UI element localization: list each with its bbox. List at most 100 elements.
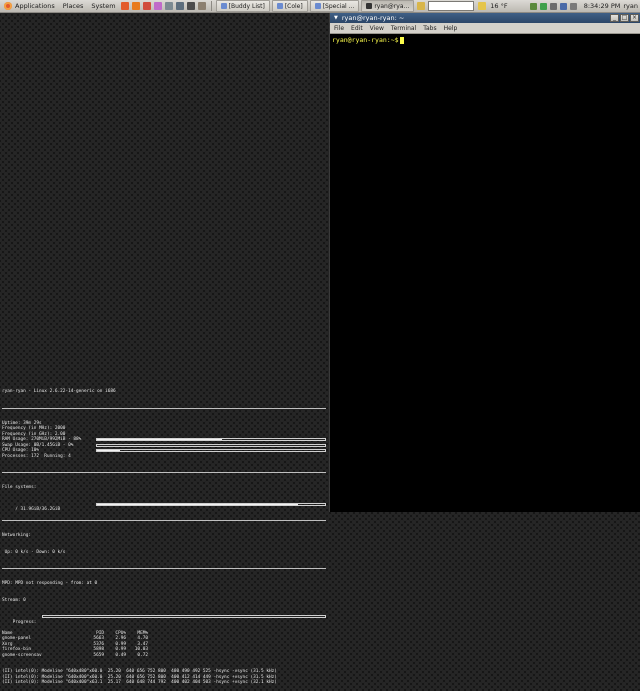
terminal-title: ryan@ryan-ryan: ~ [341, 14, 405, 22]
applications-menu[interactable]: Applications [0, 0, 59, 12]
fs-line: / 31.9GiB/36.2GiB [12, 507, 61, 512]
mpd-line: MPD: MPD not responding - from: at 0 [2, 581, 98, 586]
process-cell: 0.72 [137, 652, 148, 658]
conky-stat-text: RAM Usage: 270MiB/992MiB - 88% [2, 437, 82, 442]
shell-prompt: ryan@ryan-ryan:~$ [332, 36, 399, 44]
taskbar-button[interactable]: [Buddy List] [215, 0, 270, 12]
taskbar-button[interactable]: ryan@rya... [361, 0, 415, 12]
tray-icon[interactable] [560, 2, 568, 10]
window-icon [314, 3, 321, 9]
terminal-titlebar[interactable]: ▼ ryan@ryan-ryan: ~ _ □ × [330, 13, 640, 23]
net-title: Networking: [2, 533, 32, 538]
launcher-icon[interactable] [187, 2, 196, 10]
launcher-group [120, 2, 208, 10]
taskbar-button-label: [Special ... [322, 2, 355, 10]
net-line: Up: 0 k/s - Down: 0 k/s [2, 549, 66, 555]
conky-divider [2, 472, 326, 473]
task-list: [Buddy List] [Cole] [Special ... ryan@rya..… [215, 0, 416, 12]
places-menu[interactable]: Places [59, 0, 88, 12]
launcher-icon[interactable] [176, 2, 185, 10]
taskbar-button-label: [Cole] [284, 2, 303, 10]
conky-divider [2, 407, 326, 409]
terminal-menubar: File Edit View Terminal Tabs Help [330, 23, 640, 34]
mpd-progress-bar [42, 615, 326, 618]
fs-usage-bar [96, 502, 326, 506]
tray-icon[interactable] [550, 2, 558, 10]
launcher-icon[interactable] [121, 2, 130, 10]
conky-stat-row: Processes: 172 Running: 4 [2, 454, 328, 460]
envelope-icon[interactable] [416, 2, 425, 10]
launcher-icon[interactable] [143, 2, 152, 10]
launcher-icon[interactable] [132, 2, 141, 10]
process-row: gnome-screensav 5659 0.49 0.72 [2, 653, 328, 659]
panel-separator [210, 1, 212, 11]
menu-view[interactable]: View [370, 25, 384, 32]
menu-terminal[interactable]: Terminal [391, 25, 416, 32]
xorg-log: (II) intel(0): Modeline "640x480"x60.0 2… [2, 669, 328, 686]
menu-tabs[interactable]: Tabs [423, 25, 436, 32]
system-menu-label: System [91, 2, 116, 10]
process-cell: 5659 [93, 652, 104, 658]
top-panel: Applications Places System [Buddy List][… [0, 0, 640, 13]
log-line: (II) intel(0): Modeline "640x400"x63.1 2… [2, 680, 277, 685]
window-menu-icon[interactable]: ▼ [334, 15, 338, 21]
launcher-icon[interactable] [198, 2, 207, 10]
taskbar-button[interactable]: [Special ... [309, 0, 360, 12]
maximize-button[interactable]: □ [620, 14, 629, 22]
user-switcher[interactable]: ryan [623, 2, 638, 10]
clock[interactable]: 8:34:29 PM [584, 2, 621, 10]
conky-divider [2, 520, 326, 521]
conky-usage-bar [96, 438, 326, 441]
tray-icon[interactable] [540, 2, 548, 10]
conky-usage-fill [97, 439, 223, 440]
conky-stat-text: Processes: 172 Running: 4 [2, 453, 71, 459]
mpd-progress-row: Progress: [2, 614, 328, 625]
taskbar-button-label: ryan@rya... [374, 2, 410, 10]
conky-header: ryan-ryan - Linux 2.6.22-14-generic on i… [2, 389, 116, 394]
mpd-progress-label: Progress: [12, 619, 37, 625]
taskbar-button-label: [Buddy List] [228, 2, 265, 10]
folder-icon[interactable] [477, 2, 486, 10]
applications-menu-label: Applications [15, 2, 55, 10]
conky-stat-text: Frequency (in GHz): 2.00 [2, 431, 66, 437]
menu-file[interactable]: File [334, 25, 344, 32]
launcher-icon[interactable] [165, 2, 174, 10]
conky-stat-text: Swap Usage: 0B/1.45GiB - 0% [2, 442, 74, 448]
window-icon [366, 3, 373, 9]
mpd-status: Stream: 0 [2, 597, 26, 603]
fs-row: / 31.9GiB/36.2GiB [2, 502, 328, 512]
process-table: Name PID CPU% MEM% gnome-panel 5663 2.96 4.70 Xo… [2, 631, 328, 659]
taskbar-button[interactable]: [Cole] [271, 0, 308, 12]
text-cursor [399, 36, 404, 44]
conky-usage-bar [96, 443, 326, 447]
fs-usage-fill [97, 503, 298, 505]
close-button[interactable]: × [630, 14, 639, 22]
conky-stats: Uptime: 39m 29s Frequency (in MHz): 2000 F… [2, 421, 328, 460]
system-tray [529, 2, 581, 10]
conky-usage-bar [96, 449, 326, 452]
distro-logo-icon [4, 2, 12, 10]
window-icon [220, 3, 227, 9]
process-cell: 0.49 [115, 652, 126, 658]
minimize-button[interactable]: _ [610, 14, 619, 22]
menu-edit[interactable]: Edit [351, 25, 363, 32]
conky-divider [2, 568, 326, 569]
system-menu[interactable]: System [87, 0, 119, 12]
terminal-window[interactable]: ▼ ryan@ryan-ryan: ~ _ □ × File Edit View… [329, 13, 640, 512]
menu-help[interactable]: Help [444, 25, 458, 32]
window-icon [276, 3, 283, 9]
search-input[interactable] [428, 1, 475, 11]
conky-stat-text: CPU Usage: 10% [2, 448, 40, 453]
launcher-icon[interactable] [154, 2, 163, 10]
conky-stat-text: Frequency (in MHz): 2000 [2, 426, 66, 431]
conky-stat-text: Uptime: 39m 29s [2, 420, 42, 426]
places-menu-label: Places [62, 2, 84, 10]
fs-title: File systems: [2, 485, 37, 490]
process-cell: gnome-screensav [2, 652, 42, 658]
terminal-output[interactable]: ryan@ryan-ryan:~$ [330, 34, 640, 46]
weather-temperature[interactable]: 16 °F [490, 2, 507, 10]
tray-icon[interactable] [570, 2, 578, 10]
conky-monitor: ryan-ryan - Linux 2.6.22-14-generic on i… [2, 378, 328, 691]
conky-usage-fill [97, 450, 120, 451]
tray-icon[interactable] [530, 2, 538, 10]
